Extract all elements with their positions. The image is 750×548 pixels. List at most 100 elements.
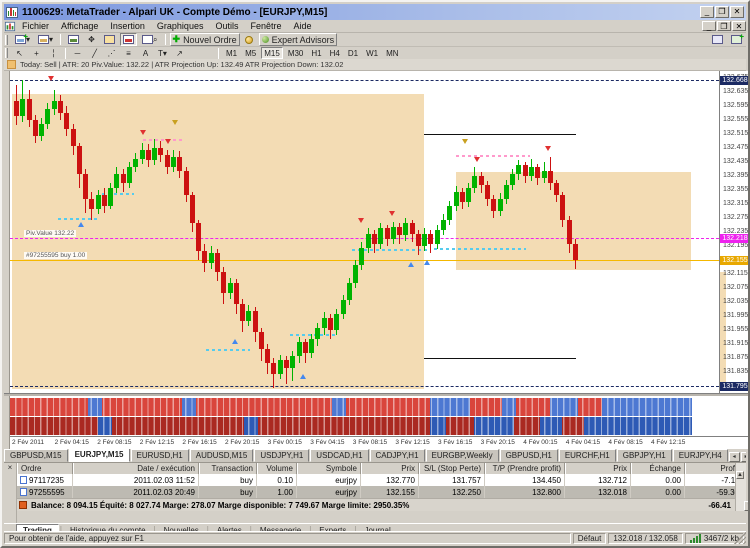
candle: [372, 234, 377, 244]
chart-tab-gbpusd-m15[interactable]: GBPUSD,M15: [4, 449, 68, 462]
arrows-tool[interactable]: ↗: [172, 47, 187, 60]
timeframe-m5[interactable]: M5: [242, 47, 259, 59]
chart-tab-audusd-m15[interactable]: AUDUSD,M15: [190, 449, 254, 462]
trendline-tool[interactable]: ╱: [87, 47, 102, 60]
column-header[interactable]: S/L (Stop Perte): [419, 463, 485, 474]
chart-tab-gbpusd-h1[interactable]: GBPUSD,H1: [500, 449, 558, 462]
timeframe-w1[interactable]: W1: [363, 47, 381, 59]
terminal-close-icon[interactable]: ×: [8, 463, 13, 472]
title-bar[interactable]: 1100629: MetaTrader - Alpari UK - Compte…: [4, 4, 746, 20]
child-close-button[interactable]: ✕: [732, 21, 746, 31]
toolbar-grip2[interactable]: [5, 48, 8, 58]
timeframe-h1[interactable]: H1: [308, 47, 324, 59]
timeframe-m15[interactable]: M15: [261, 47, 283, 59]
price-axis-label: 132.595: [723, 102, 748, 109]
tabs-scroll-left-icon[interactable]: ◂: [729, 452, 740, 462]
close-button[interactable]: ✕: [730, 6, 744, 18]
chart-shift-button[interactable]: [120, 33, 137, 46]
order-row[interactable]: 971172352011.02.03 11:52buy0.10eurjpy132…: [17, 474, 735, 486]
chart-tab-cadjpy-h1[interactable]: CADJPY,H1: [370, 449, 425, 462]
column-header[interactable]: Échange: [631, 463, 685, 474]
resize-grip-icon[interactable]: [734, 532, 746, 544]
column-header[interactable]: Volume: [257, 463, 297, 474]
chart-tab-usdjpy-h1[interactable]: USDJPY,H1: [254, 449, 309, 462]
chart-tab-eurusd-h1[interactable]: EURUSD,H1: [131, 449, 189, 462]
time-axis-label: 2 Fév 04:15: [55, 439, 89, 446]
menu-fenêtre[interactable]: Fenêtre: [244, 20, 287, 32]
chart-tab-eurjpy-h4[interactable]: EURJPY,H4: [673, 449, 728, 462]
column-header[interactable]: Symbole: [297, 463, 361, 474]
child-restore-button[interactable]: ❐: [717, 21, 731, 31]
terminal-button[interactable]: [101, 33, 118, 46]
fibonacci-tool[interactable]: ⋰: [104, 47, 119, 60]
restore-button[interactable]: ❐: [715, 6, 729, 18]
timeframe-m30[interactable]: M30: [285, 47, 307, 59]
timeframe-h4[interactable]: H4: [327, 47, 343, 59]
order-cell: 2011.02.03 20:49: [73, 486, 199, 498]
timeframe-m1[interactable]: M1: [223, 47, 240, 59]
signal-arrow-down: [474, 157, 480, 162]
vline-tool[interactable]: ╎: [46, 47, 61, 60]
time-axis-label: 3 Fév 04:15: [310, 439, 344, 446]
label-tool[interactable]: T▾: [155, 47, 170, 60]
column-header[interactable]: Date / exécution: [73, 463, 199, 474]
minimize-button[interactable]: _: [700, 6, 714, 18]
scroll-up-icon[interactable]: ▲: [736, 471, 744, 479]
column-header[interactable]: Ordre: [17, 463, 73, 474]
candle: [190, 195, 195, 223]
candle: [347, 283, 352, 300]
price-axis[interactable]: 132.675132.635132.595132.555132.515132.4…: [719, 71, 750, 393]
terminal-scrollbar[interactable]: ▲ ▼: [735, 463, 746, 511]
chart-tab-eurgbp-weekly[interactable]: EURGBP,Weekly: [426, 449, 499, 462]
column-header[interactable]: Transaction: [199, 463, 257, 474]
crosshair-tool[interactable]: +: [29, 47, 44, 60]
hline-tool[interactable]: ─: [70, 47, 85, 60]
tile-windows-icon[interactable]: [709, 33, 726, 46]
time-axis[interactable]: 2 Fév 20112 Fév 04:152 Fév 08:152 Fév 12…: [10, 436, 750, 449]
menu-aide[interactable]: Aide: [288, 20, 318, 32]
menu-fichier[interactable]: Fichier: [16, 20, 55, 32]
column-header[interactable]: Prix: [565, 463, 631, 474]
chart-tab-gbpjpy-h1[interactable]: GBPJPY,H1: [617, 449, 672, 462]
price-axis-marker: 131.795: [720, 382, 750, 391]
chart-tab-eurjpy-m15[interactable]: EURJPY,M15: [69, 449, 130, 462]
support-resistance-dots: [58, 218, 98, 220]
child-minimize-button[interactable]: _: [702, 21, 716, 31]
order-cell: buy: [199, 486, 257, 498]
channels-tool[interactable]: ≡: [121, 47, 136, 60]
expert-advisors-button[interactable]: Expert Advisors: [259, 33, 338, 46]
new-chart-button[interactable]: ▾: [12, 33, 33, 46]
order-row[interactable]: 972555952011.02.03 20:49buy1.00eurjpy132…: [17, 486, 735, 498]
menu-outils[interactable]: Outils: [209, 20, 244, 32]
timeframe-mn[interactable]: MN: [383, 47, 401, 59]
column-header[interactable]: T/P (Prendre profit): [485, 463, 565, 474]
signal-arrow-down: [48, 76, 54, 81]
metaeditor-button[interactable]: [242, 33, 257, 46]
navigator-button[interactable]: ✥: [84, 33, 99, 46]
price-axis-label: 132.355: [723, 186, 748, 193]
price-chart[interactable]: Piv.Value 132.22#97255595 buy 1.00: [10, 71, 719, 393]
order-cell: 97255595: [17, 486, 73, 498]
order-cell: 132.250: [419, 486, 485, 498]
candle: [83, 174, 88, 199]
candle: [567, 220, 572, 244]
text-tool[interactable]: A: [138, 47, 153, 60]
profiles-button[interactable]: ▾: [35, 33, 56, 46]
cascade-windows-icon[interactable]: [728, 33, 745, 46]
toolbar-grip[interactable]: [5, 35, 8, 45]
market-watch-button[interactable]: [65, 33, 82, 46]
chart-tab-eurchf-h1[interactable]: EURCHF,H1: [559, 449, 616, 462]
cursor-tool[interactable]: ↖: [12, 47, 27, 60]
scroll-down-icon[interactable]: ▼: [744, 501, 750, 511]
chart-tab-usdcad-h1[interactable]: USDCAD,H1: [310, 449, 368, 462]
order-line: [10, 260, 719, 261]
new-order-button[interactable]: ✚Nouvel Ordre: [170, 33, 240, 46]
menu-graphiques[interactable]: Graphiques: [151, 20, 210, 32]
data-window-button[interactable]: ⌕: [139, 33, 160, 46]
column-header[interactable]: Prix: [361, 463, 419, 474]
menu-affichage[interactable]: Affichage: [55, 20, 104, 32]
status-profile[interactable]: Défaut: [573, 533, 607, 544]
tabs-scroll-right-icon[interactable]: ▸: [741, 452, 746, 462]
timeframe-d1[interactable]: D1: [345, 47, 361, 59]
menu-insertion[interactable]: Insertion: [104, 20, 151, 32]
